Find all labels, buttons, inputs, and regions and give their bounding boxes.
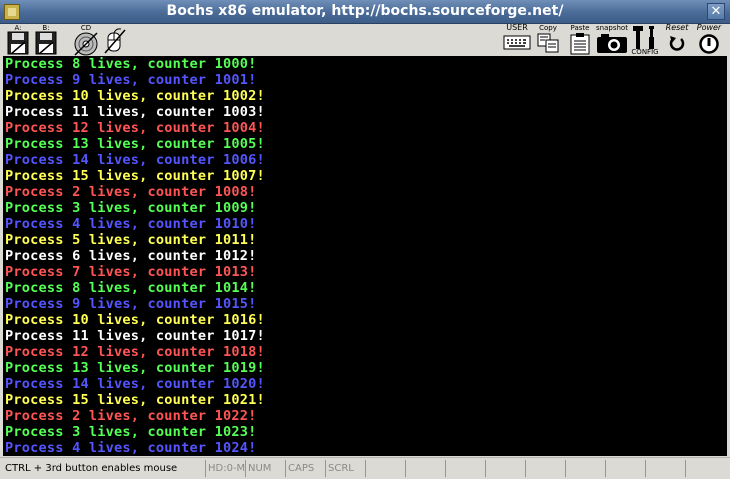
clipboard-icon bbox=[570, 33, 590, 55]
console-line: Process 4 lives, counter 1024! bbox=[5, 440, 257, 456]
power-label: Power bbox=[696, 23, 722, 32]
console-line: Process 10 lives, counter 1002! bbox=[5, 88, 265, 104]
floppy-a-button[interactable]: A: bbox=[6, 24, 30, 56]
paste-button[interactable]: Paste bbox=[566, 24, 594, 56]
console-line: Process 12 lives, counter 1004! bbox=[5, 120, 265, 136]
console-line: Process 7 lives, counter 1013! bbox=[5, 264, 257, 280]
snapshot-label: snapshot bbox=[596, 24, 628, 32]
status-caps: CAPS bbox=[285, 460, 325, 477]
console-line: Process 2 lives, counter 1008! bbox=[5, 184, 257, 200]
camera-icon bbox=[597, 34, 627, 53]
status-scrl: SCRL bbox=[325, 460, 365, 477]
reset-icon bbox=[669, 36, 685, 51]
console-line: Process 9 lives, counter 1015! bbox=[5, 296, 257, 312]
status-slot bbox=[685, 460, 728, 477]
toolbar: A: B: CD USER Copy Paste snapshot CONFIG… bbox=[0, 24, 730, 56]
window-title: Bochs x86 emulator, http://bochs.sourcef… bbox=[166, 3, 564, 19]
status-slot bbox=[405, 460, 445, 477]
console-line: Process 3 lives, counter 1009! bbox=[5, 200, 257, 216]
status-slot bbox=[525, 460, 565, 477]
console-line: Process 13 lives, counter 1005! bbox=[5, 136, 265, 152]
snapshot-button[interactable]: snapshot bbox=[594, 24, 630, 56]
title-bar[interactable]: Bochs x86 emulator, http://bochs.sourcef… bbox=[0, 0, 730, 24]
keyboard-icon bbox=[503, 35, 531, 50]
user-button[interactable]: USER bbox=[502, 24, 532, 56]
paste-label: Paste bbox=[570, 24, 590, 32]
emulator-console[interactable]: Process 8 lives, counter 1000! Process 9 … bbox=[3, 56, 727, 456]
console-line: Process 15 lives, counter 1021! bbox=[5, 392, 265, 408]
power-button[interactable]: Power bbox=[693, 24, 725, 56]
status-slot bbox=[485, 460, 525, 477]
status-hint: CTRL + 3rd button enables mouse bbox=[5, 463, 178, 474]
console-line: Process 2 lives, counter 1022! bbox=[5, 408, 257, 424]
console-line: Process 14 lives, counter 1006! bbox=[5, 152, 265, 168]
floppy-disk-icon bbox=[7, 31, 29, 55]
console-line: Process 12 lives, counter 1018! bbox=[5, 344, 265, 360]
console-line: Process 10 lives, counter 1016! bbox=[5, 312, 265, 328]
console-line: Process 14 lives, counter 1020! bbox=[5, 376, 265, 392]
status-slot bbox=[445, 460, 485, 477]
console-line: Process 9 lives, counter 1001! bbox=[5, 72, 257, 88]
floppy-b-button[interactable]: B: bbox=[34, 24, 58, 56]
mouse-icon bbox=[104, 28, 126, 54]
console-line: Process 8 lives, counter 1000! bbox=[5, 56, 257, 72]
floppy-disk-icon bbox=[35, 31, 57, 55]
wrench-screwdriver-icon bbox=[633, 26, 654, 49]
console-line: Process 8 lives, counter 1014! bbox=[5, 280, 257, 296]
config-label: CONFIG bbox=[631, 48, 659, 56]
console-line: Process 4 lives, counter 1010! bbox=[5, 216, 257, 232]
config-button[interactable]: CONFIG bbox=[629, 24, 661, 56]
cdrom-button[interactable]: CD bbox=[72, 24, 100, 56]
console-line: Process 13 lives, counter 1019! bbox=[5, 360, 265, 376]
copy-button[interactable]: Copy bbox=[535, 24, 561, 56]
console-line: Process 11 lives, counter 1017! bbox=[5, 328, 265, 344]
reset-label: Reset bbox=[665, 23, 689, 32]
console-line: Process 11 lives, counter 1003! bbox=[5, 104, 265, 120]
status-num: NUM bbox=[245, 460, 285, 477]
reset-button[interactable]: Reset bbox=[663, 24, 691, 56]
status-slot bbox=[645, 460, 685, 477]
status-hd: HD:0-M bbox=[205, 460, 245, 477]
console-line: Process 3 lives, counter 1023! bbox=[5, 424, 257, 440]
status-slot bbox=[365, 460, 405, 477]
copy-icon bbox=[537, 33, 559, 53]
status-slot bbox=[565, 460, 605, 477]
console-line: Process 15 lives, counter 1007! bbox=[5, 168, 265, 184]
status-slot bbox=[605, 460, 645, 477]
cdrom-icon bbox=[74, 32, 98, 56]
power-icon bbox=[699, 34, 719, 54]
close-button[interactable]: ✕ bbox=[707, 3, 725, 20]
console-line: Process 5 lives, counter 1011! bbox=[5, 232, 257, 248]
status-bar: CTRL + 3rd button enables mouse HD:0-M N… bbox=[0, 457, 730, 479]
console-line: Process 6 lives, counter 1012! bbox=[5, 248, 257, 264]
mouse-button[interactable] bbox=[100, 24, 130, 56]
copy-label: Copy bbox=[539, 24, 557, 32]
user-label: USER bbox=[506, 23, 528, 32]
